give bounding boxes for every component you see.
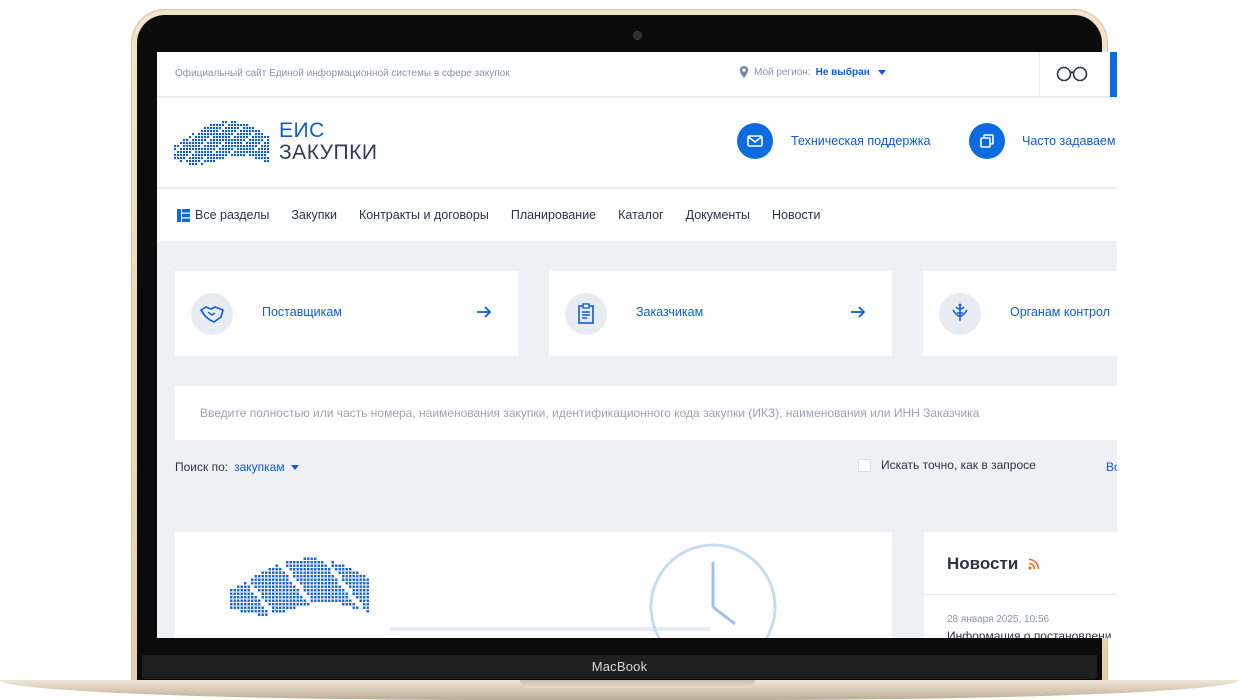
support-link[interactable]: Техническая поддержка	[737, 123, 930, 159]
card-label: Органам контрол	[1010, 305, 1110, 319]
chevron-down-icon	[877, 69, 886, 75]
promo-banner[interactable]	[175, 532, 892, 638]
document-icon	[565, 293, 607, 335]
news-panel: Новости 28 января 2025, 10:56 Информация…	[924, 532, 1117, 638]
more-link[interactable]: Во	[1106, 460, 1117, 474]
search-box	[175, 386, 1117, 440]
search-by-selector[interactable]: Поиск по: закупкам	[175, 460, 299, 474]
envelope-icon	[737, 123, 773, 159]
nav-label: Все разделы	[195, 208, 270, 222]
region-selector[interactable]: Мой регион: Не выбран	[739, 66, 886, 78]
exact-search-checkbox[interactable]	[858, 458, 871, 472]
sections-icon	[177, 208, 190, 222]
location-pin-icon	[739, 66, 749, 78]
faq-link[interactable]: Часто задаваем	[969, 123, 1115, 159]
site-logo-text[interactable]: ЕИС ЗАКУПКИ	[279, 120, 377, 164]
logo-line-1: ЕИС	[279, 119, 325, 142]
nav-item-contracts[interactable]: Контракты и договоры	[359, 208, 489, 222]
site-header: ЕИС ЗАКУПКИ Техническая поддержка Часто …	[157, 98, 1117, 188]
exact-search-option[interactable]: Искать точно, как в запросе	[858, 458, 1036, 472]
divider	[924, 594, 1117, 595]
card-control-bodies[interactable]: Органам контрол	[923, 271, 1117, 356]
nav-item-catalog[interactable]: Каталог	[618, 208, 663, 222]
logo-line-2: ЗАКУПКИ	[279, 141, 378, 164]
device-label: MacBook	[591, 659, 648, 674]
top-bar: Официальный сайт Единой информационной с…	[157, 52, 1117, 97]
emblem-icon	[939, 293, 981, 335]
audience-cards: Поставщикам Заказчикам Органам контрол	[175, 271, 1117, 356]
laptop-notch	[520, 680, 755, 688]
accent-strip	[1110, 52, 1117, 97]
divider	[1039, 52, 1040, 97]
search-by-label: Поиск по:	[175, 460, 229, 474]
banner-illustration	[175, 532, 892, 638]
glasses-icon[interactable]	[1055, 64, 1089, 84]
news-heading[interactable]: Новости	[947, 554, 1040, 574]
nav-item-purchases[interactable]: Закупки	[291, 208, 337, 222]
russia-map-logo-icon[interactable]	[172, 116, 270, 168]
region-label: Мой регион:	[754, 66, 811, 78]
support-label: Техническая поддержка	[791, 134, 931, 148]
card-label: Заказчикам	[636, 305, 704, 319]
news-item-link[interactable]: Информация о постановлени	[947, 629, 1111, 638]
nav-item-documents[interactable]: Документы	[686, 208, 750, 222]
arrow-right-icon	[477, 306, 492, 318]
camera-icon	[634, 32, 641, 39]
exact-search-label: Искать точно, как в запросе	[881, 458, 1036, 472]
arrow-right-icon	[851, 306, 866, 318]
nav-item-planning[interactable]: Планирование	[511, 208, 596, 222]
search-by-value[interactable]: закупкам	[234, 460, 285, 474]
card-suppliers[interactable]: Поставщикам	[175, 271, 518, 356]
news-date: 28 января 2025, 10:56	[947, 614, 1050, 625]
faq-icon	[969, 123, 1005, 159]
handshake-icon	[191, 293, 233, 335]
main-nav: Все разделы Закупки Контракты и договоры…	[157, 189, 1117, 241]
news-title: Новости	[947, 554, 1019, 573]
region-value[interactable]: Не выбран	[816, 67, 870, 78]
nav-item-news[interactable]: Новости	[772, 208, 820, 222]
nav-item-all-sections[interactable]: Все разделы	[177, 208, 269, 222]
browser-screen: Официальный сайт Единой информационной с…	[157, 52, 1117, 638]
card-label: Поставщикам	[262, 305, 342, 319]
card-customers[interactable]: Заказчикам	[549, 271, 892, 356]
site-description: Официальный сайт Единой информационной с…	[175, 68, 510, 79]
search-input[interactable]	[175, 386, 1117, 440]
rss-icon[interactable]	[1028, 558, 1040, 570]
faq-label: Часто задаваем	[1022, 134, 1116, 148]
chevron-down-icon	[290, 464, 299, 470]
